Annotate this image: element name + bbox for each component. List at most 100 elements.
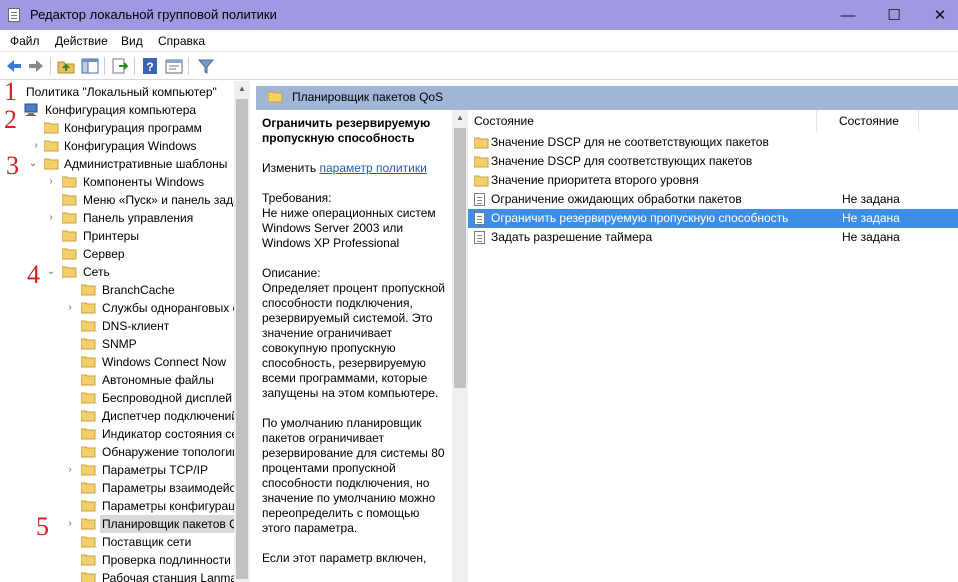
navigation-tree: Политика "Локальный компьютер" Конфигура… bbox=[0, 81, 250, 582]
filter-icon[interactable] bbox=[196, 56, 216, 76]
expand-arrow-icon[interactable]: › bbox=[65, 461, 75, 479]
annotation-5: 5 bbox=[36, 512, 49, 541]
folder-icon bbox=[81, 500, 96, 512]
enabled-block: Если этот параметр включен, bbox=[262, 551, 427, 565]
collapse-arrow-icon[interactable]: ⌄ bbox=[28, 155, 38, 173]
help-icon[interactable]: ? bbox=[140, 56, 160, 76]
tree-item-offline-files[interactable]: Автономные файлы bbox=[0, 371, 234, 389]
expand-arrow-icon[interactable]: › bbox=[65, 299, 75, 317]
folder-icon bbox=[81, 428, 96, 440]
column-header-state[interactable]: Состояние bbox=[817, 110, 919, 132]
folder-icon bbox=[81, 338, 96, 350]
tree-item-p2p[interactable]: › Службы одноранговых сетей bbox=[0, 299, 249, 317]
tree-item-computer-config[interactable]: Конфигурация компьютера bbox=[0, 101, 234, 119]
folder-icon bbox=[81, 572, 96, 582]
tree-item-software-config[interactable]: Конфигурация программ bbox=[0, 119, 234, 137]
computer-icon bbox=[24, 103, 39, 116]
folder-up-icon[interactable] bbox=[56, 56, 76, 76]
folder-icon bbox=[268, 91, 283, 103]
list-item[interactable]: Значение DSCP для соответствующих пакето… bbox=[468, 152, 958, 171]
export-icon[interactable] bbox=[110, 56, 130, 76]
back-icon[interactable] bbox=[4, 56, 24, 76]
annotation-4: 4 bbox=[27, 260, 40, 289]
default-block: По умолчанию планировщик пакетов огранич… bbox=[262, 416, 445, 535]
expand-arrow-icon[interactable]: › bbox=[31, 137, 41, 155]
folder-icon bbox=[473, 155, 489, 168]
list-item[interactable]: Задать разрешение таймера Не задана bbox=[468, 228, 958, 247]
details-header: Планировщик пакетов QoS bbox=[256, 86, 958, 110]
tree-item-printers[interactable]: Принтеры bbox=[0, 227, 234, 245]
scroll-up-icon[interactable]: ▲ bbox=[452, 110, 468, 126]
list-item-selected[interactable]: Ограничить резервируемую пропускную спос… bbox=[468, 209, 958, 228]
tree-item-lanman-workstation[interactable]: Рабочая станция Lanman bbox=[0, 569, 244, 582]
tree-root[interactable]: Политика "Локальный компьютер" bbox=[0, 83, 234, 101]
tree-item-authentication[interactable]: Проверка подлинности bbox=[0, 551, 234, 569]
description-block: Описание: Определяет процент пропускной … bbox=[262, 266, 445, 400]
folder-icon bbox=[81, 392, 96, 404]
tree-item-windows-config[interactable]: › Конфигурация Windows bbox=[0, 137, 234, 155]
list-item[interactable]: Ограничение ожидающих обработки пакетов … bbox=[468, 190, 958, 209]
policy-setting-icon bbox=[474, 231, 488, 244]
annotation-1: 1 bbox=[4, 77, 17, 106]
minimize-button[interactable]: — bbox=[825, 0, 871, 30]
annotation-2: 2 bbox=[4, 105, 17, 134]
scroll-up-icon[interactable]: ▲ bbox=[234, 81, 250, 97]
folder-icon bbox=[62, 194, 77, 206]
scroll-thumb[interactable] bbox=[236, 99, 248, 579]
folder-icon bbox=[62, 212, 77, 224]
tree-item-tcpip[interactable]: › Параметры TCP/IP bbox=[0, 461, 234, 479]
folder-icon bbox=[81, 482, 96, 494]
folder-icon bbox=[473, 174, 489, 187]
show-hide-tree-icon[interactable] bbox=[80, 56, 100, 76]
expand-arrow-icon[interactable]: › bbox=[65, 515, 75, 533]
title-bar: Редактор локальной групповой политики — … bbox=[0, 0, 958, 30]
maximize-button[interactable]: ☐ bbox=[871, 0, 917, 30]
expand-arrow-icon[interactable]: › bbox=[46, 209, 56, 227]
policy-title: Ограничить резервируемую пропускную спос… bbox=[262, 116, 431, 145]
folder-icon bbox=[81, 536, 96, 548]
tree-item-interaction-settings[interactable]: Параметры взаимодействия bbox=[0, 479, 249, 497]
folder-icon bbox=[81, 356, 96, 368]
toolbar: ? bbox=[0, 52, 958, 80]
folder-icon bbox=[44, 122, 59, 134]
forward-icon[interactable] bbox=[26, 56, 46, 76]
tree-item-ncsi[interactable]: Индикатор состояния сетевого подключения bbox=[0, 425, 249, 443]
folder-icon bbox=[81, 320, 96, 332]
edit-line: Изменить параметр политики bbox=[262, 161, 427, 175]
tree-item-snmp[interactable]: SNMP bbox=[0, 335, 234, 353]
expand-arrow-icon[interactable]: › bbox=[46, 173, 56, 191]
folder-icon bbox=[473, 136, 489, 149]
tree-item-topology-discovery[interactable]: Обнаружение топологии bbox=[0, 443, 239, 461]
tree-item-connection-manager[interactable]: Диспетчер подключений bbox=[0, 407, 238, 425]
folder-icon bbox=[44, 158, 59, 170]
menu-action[interactable]: Действие bbox=[55, 34, 108, 48]
edit-policy-link[interactable]: параметр политики bbox=[319, 161, 426, 175]
tree-item-dns-client[interactable]: DNS-клиент bbox=[0, 317, 234, 335]
list-item[interactable]: Значение DSCP для не соответствующих пак… bbox=[468, 133, 958, 152]
requirements-block: Требования: Не ниже операционных систем … bbox=[262, 191, 436, 250]
folder-icon bbox=[81, 446, 96, 458]
tree-item-windows-components[interactable]: › Компоненты Windows bbox=[0, 173, 234, 191]
menu-help[interactable]: Справка bbox=[158, 34, 205, 48]
settings-list: Состояние Состояние Значение DSCP для не… bbox=[468, 110, 958, 582]
menu-file[interactable]: Файл bbox=[10, 34, 40, 48]
policy-setting-icon bbox=[474, 193, 488, 206]
tree-item-windows-connect-now[interactable]: Windows Connect Now bbox=[0, 353, 234, 371]
folder-icon bbox=[81, 464, 96, 476]
folder-icon bbox=[81, 302, 96, 314]
description-scrollbar[interactable]: ▲ bbox=[452, 110, 468, 582]
gpedit-window: Редактор локальной групповой политики — … bbox=[0, 0, 958, 582]
column-header-name[interactable]: Состояние bbox=[468, 110, 817, 132]
tree-scrollbar[interactable]: ▲ bbox=[234, 81, 250, 582]
tree-item-start-menu[interactable]: Меню «Пуск» и панель задач bbox=[0, 191, 246, 209]
list-item[interactable]: Значение приоритета второго уровня bbox=[468, 171, 958, 190]
properties-icon[interactable] bbox=[164, 56, 184, 76]
menu-view[interactable]: Вид bbox=[121, 34, 143, 48]
collapse-arrow-icon[interactable]: ⌄ bbox=[46, 263, 56, 281]
scroll-thumb[interactable] bbox=[454, 128, 466, 388]
close-button[interactable]: ✕ bbox=[917, 0, 958, 30]
tree-item-admin-templates[interactable]: ⌄ Административные шаблоны bbox=[0, 155, 234, 173]
tree-item-wireless-display[interactable]: Беспроводной дисплей bbox=[0, 389, 234, 407]
folder-icon bbox=[62, 176, 77, 188]
tree-item-control-panel[interactable]: › Панель управления bbox=[0, 209, 234, 227]
